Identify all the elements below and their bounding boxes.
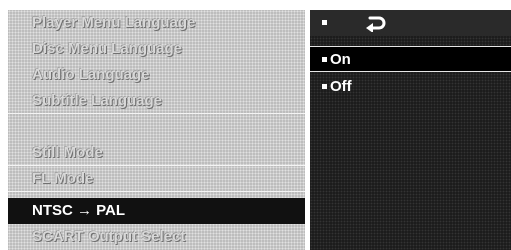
menu-item-disc-menu-language[interactable]: Disc Menu Language [8, 36, 305, 62]
menu-item-ntsc-pal[interactable]: NTSC → PAL [8, 198, 305, 224]
option-off[interactable]: Off [310, 74, 511, 100]
menu-item-audio-language[interactable]: Audio Language [8, 62, 305, 88]
menu-item-subtitle-language[interactable]: Subtitle Language [8, 88, 305, 114]
option-on[interactable]: On [310, 46, 511, 72]
bullet-icon [322, 56, 327, 62]
option-on-label: On [330, 51, 351, 68]
bullet-icon [322, 83, 327, 89]
settings-menu: Player Menu Language Disc Menu Language … [8, 10, 305, 250]
menu-item-still-mode[interactable]: Still Mode [8, 140, 305, 166]
return-icon[interactable] [364, 14, 386, 32]
menu-item-fl-mode[interactable]: FL Mode [8, 166, 305, 192]
options-header[interactable] [310, 10, 511, 36]
bullet-icon [322, 19, 327, 25]
menu-item-player-menu-language[interactable]: Player Menu Language [8, 10, 305, 36]
option-off-label: Off [330, 78, 352, 95]
options-panel: On Off [310, 10, 511, 250]
menu-item-scart-output-select[interactable]: SCART Output Select [8, 224, 305, 250]
